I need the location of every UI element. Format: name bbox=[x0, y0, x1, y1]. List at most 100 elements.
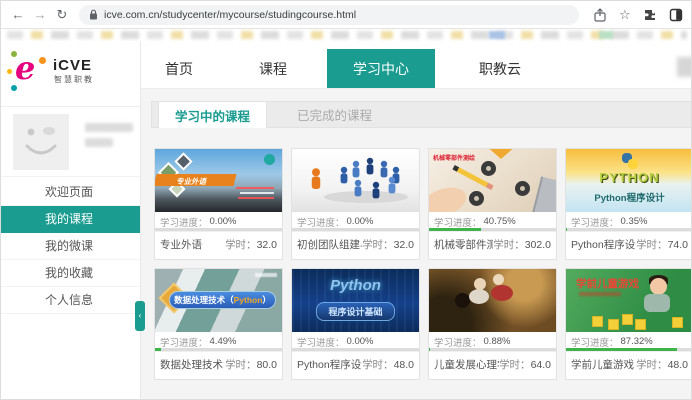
course-thumbnail[interactable] bbox=[292, 149, 419, 212]
sidebar-item-my-microcourses[interactable]: 我的微课 bbox=[1, 233, 140, 260]
course-card[interactable]: 机械零部件测绘 学习进度：40.75% 机械零部件测绘学时：302.0 bbox=[428, 148, 557, 260]
nav-item-study-center[interactable]: 学习中心 bbox=[327, 49, 435, 88]
blurred-nav-avatar bbox=[677, 57, 692, 77]
course-name[interactable]: 儿童发展心理学(... bbox=[434, 357, 499, 372]
bookmarks-bar bbox=[1, 29, 692, 41]
course-hours: 学时：302.0 bbox=[493, 237, 551, 252]
share-icon[interactable] bbox=[593, 8, 607, 22]
browser-window: ← → ↻ icve.com.cn/studycenter/mycourse/s… bbox=[0, 0, 692, 400]
sidebar-collapse-handle[interactable]: ‹ bbox=[135, 301, 145, 331]
bearing-graphic bbox=[481, 161, 496, 176]
paper-people-graphic bbox=[292, 149, 419, 212]
thumb-textline bbox=[240, 192, 274, 194]
course-thumbnail[interactable]: 专业外语 bbox=[155, 149, 282, 212]
thumb-hexagon bbox=[174, 152, 192, 170]
refresh-button[interactable]: ↻ bbox=[51, 7, 73, 23]
course-thumbnail[interactable]: Python 程序设计基础 bbox=[292, 269, 419, 332]
thumb-title: PYTHON bbox=[566, 170, 692, 185]
progress-value: 40.75% bbox=[484, 216, 516, 227]
child-graphic bbox=[469, 289, 489, 304]
course-card[interactable]: PYTHON Python程序设计 学习进度：0.35% Python程序设计学… bbox=[565, 148, 692, 260]
course-thumbnail[interactable] bbox=[429, 269, 556, 332]
course-thumbnail[interactable]: 数据处理技术（Python） bbox=[155, 269, 282, 332]
hand-graphic bbox=[429, 183, 470, 212]
toy-block bbox=[635, 319, 646, 330]
logo-subtext: 智慧职教 bbox=[54, 74, 94, 85]
sidebar-item-my-favorites[interactable]: 我的收藏 bbox=[1, 260, 140, 287]
course-card[interactable]: 学前儿童游戏 学习进度：87.32% 学前儿童游戏学时：48.0 bbox=[565, 268, 692, 380]
profile-panel-icon[interactable] bbox=[669, 8, 683, 22]
tab-completed-courses[interactable]: 已完成的课程 bbox=[281, 102, 388, 127]
course-name[interactable]: Python程序设计... bbox=[297, 357, 362, 372]
toy-block bbox=[608, 319, 619, 330]
blurred-userinfo bbox=[85, 138, 113, 147]
course-grid: 专业外语 学习进度：0.00% 专业外语学时：32.0 bbox=[154, 148, 692, 380]
course-thumbnail[interactable]: 学前儿童游戏 bbox=[566, 269, 692, 332]
bookmark-star-icon[interactable]: ☆ bbox=[619, 8, 631, 21]
tab-bar: 学习中的课程 已完成的课程 bbox=[151, 101, 692, 128]
logo[interactable]: e iCVE 智慧职教 bbox=[1, 41, 140, 107]
nav-item-home[interactable]: 首页 bbox=[141, 49, 217, 88]
course-hours: 学时：80.0 bbox=[225, 357, 277, 372]
address-bar[interactable]: icve.com.cn/studycenter/mycourse/studing… bbox=[79, 5, 579, 25]
thumb-title: 数据处理技术（Python） bbox=[169, 291, 276, 309]
course-card[interactable]: 专业外语 学习进度：0.00% 专业外语学时：32.0 bbox=[154, 148, 283, 260]
thumb-triangle bbox=[485, 149, 517, 159]
course-card[interactable]: 学习进度：0.88% 儿童发展心理学(...学时：64.0 bbox=[428, 268, 557, 380]
progress-label: 学习进度： bbox=[160, 335, 208, 349]
logo-dot bbox=[39, 57, 46, 64]
thumb-subtitle-blur bbox=[579, 292, 621, 296]
course-name[interactable]: 初创团队组建与... bbox=[297, 237, 362, 252]
main-content: 学习中的课程 已完成的课程 专业外语 学习进度：0.00% 专业外语学时：3 bbox=[141, 89, 692, 400]
progress-label: 学习进度： bbox=[571, 215, 619, 229]
progress-value: 0.00% bbox=[210, 216, 237, 227]
course-name[interactable]: 学前儿童游戏 bbox=[571, 357, 634, 372]
icve-logo-icon: e bbox=[15, 49, 35, 87]
python-logo-icon bbox=[628, 159, 638, 169]
course-card[interactable]: 数据处理技术（Python） 学习进度：4.49% 数据处理技术（P...学时：… bbox=[154, 268, 283, 380]
sidebar-item-personal-info[interactable]: 个人信息 bbox=[1, 287, 140, 314]
progress-value: 0.88% bbox=[484, 336, 511, 347]
back-button[interactable]: ← bbox=[7, 7, 29, 22]
progress-value: 4.49% bbox=[210, 336, 237, 347]
progress-value: 87.32% bbox=[621, 336, 653, 347]
progress-label: 学习进度： bbox=[297, 335, 345, 349]
progress-label: 学习进度： bbox=[434, 215, 482, 229]
child-graphic bbox=[491, 285, 513, 301]
blurred-bookmark-blue bbox=[489, 31, 505, 39]
course-card[interactable]: 学习进度：0.00% 初创团队组建与...学时：32.0 bbox=[291, 148, 420, 260]
course-card[interactable]: Python 程序设计基础 学习进度：0.00% Python程序设计...学时… bbox=[291, 268, 420, 380]
course-hours: 学时：32.0 bbox=[362, 237, 414, 252]
sidebar-item-my-courses[interactable]: 我的课程 bbox=[1, 206, 140, 233]
course-name[interactable]: 专业外语 bbox=[160, 237, 202, 252]
course-name[interactable]: 机械零部件测绘 bbox=[434, 237, 493, 252]
nav-item-vocational-cloud[interactable]: 职教云 bbox=[455, 49, 545, 88]
forward-button[interactable]: → bbox=[29, 7, 51, 22]
baby-graphic bbox=[644, 294, 670, 312]
bearing-graphic bbox=[469, 191, 484, 206]
thumb-title: Python bbox=[292, 277, 419, 294]
avatar[interactable] bbox=[13, 114, 69, 170]
course-thumbnail[interactable]: 机械零部件测绘 bbox=[429, 149, 556, 212]
lock-icon bbox=[89, 9, 98, 20]
course-hours: 学时：48.0 bbox=[636, 357, 688, 372]
course-hours: 学时：48.0 bbox=[362, 357, 414, 372]
thumb-title: 学前儿童游戏 bbox=[576, 276, 639, 291]
course-name[interactable]: 数据处理技术（P... bbox=[160, 357, 225, 372]
thumb-circle bbox=[264, 154, 275, 165]
thumb-subtitle: 程序设计基础 bbox=[316, 302, 395, 321]
extensions-icon[interactable] bbox=[643, 8, 657, 22]
top-nav: 首页 课程 学习中心 职教云 bbox=[141, 49, 692, 89]
progress-label: 学习进度： bbox=[571, 335, 619, 349]
blurred-username bbox=[85, 123, 133, 132]
course-thumbnail[interactable]: PYTHON Python程序设计 bbox=[566, 149, 692, 212]
course-name[interactable]: Python程序设计 bbox=[571, 237, 636, 252]
child-graphic bbox=[474, 278, 486, 290]
nav-item-courses[interactable]: 课程 bbox=[235, 49, 311, 88]
progress-label: 学习进度： bbox=[160, 215, 208, 229]
logo-dot bbox=[7, 69, 12, 74]
sidebar-item-welcome[interactable]: 欢迎页面 bbox=[1, 179, 140, 206]
url-text: icve.com.cn/studycenter/mycourse/studing… bbox=[104, 9, 356, 21]
tab-studying-courses[interactable]: 学习中的课程 bbox=[158, 101, 267, 128]
thumb-textline bbox=[236, 187, 274, 189]
